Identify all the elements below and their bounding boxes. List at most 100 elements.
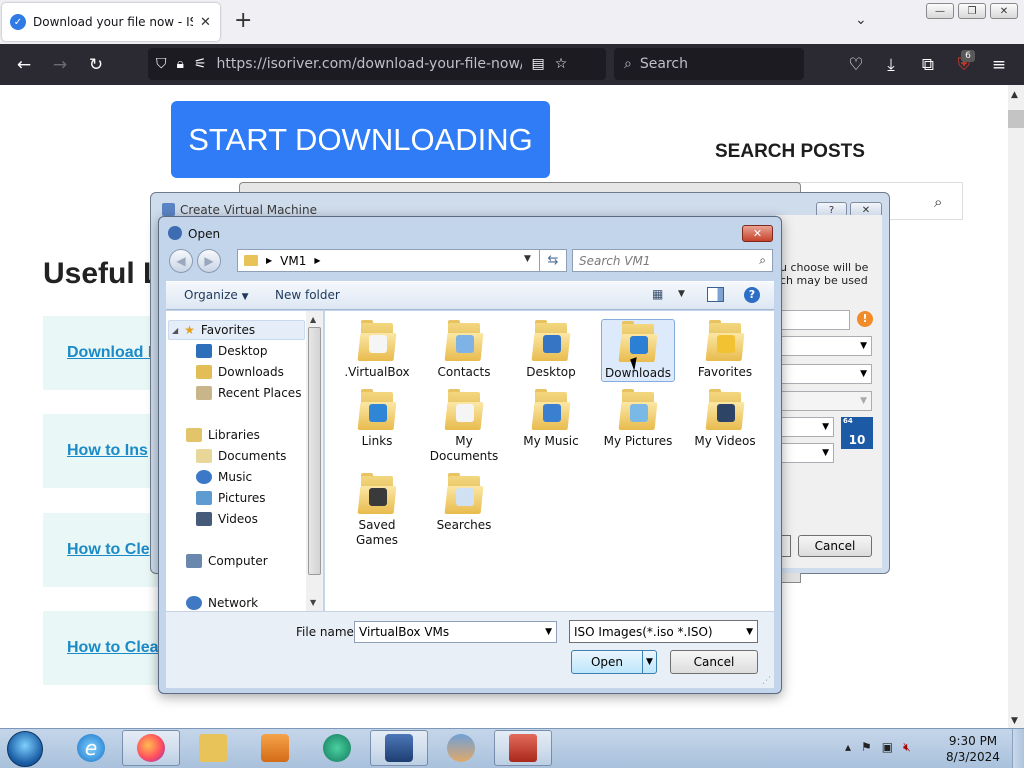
back-button-edge[interactable]	[781, 535, 791, 557]
folder-item[interactable]: My Videos	[688, 388, 762, 449]
new-tab-plus-icon[interactable]: +	[234, 9, 252, 33]
tab-close-icon[interactable]: ✕	[200, 15, 211, 30]
nav-pictures[interactable]: Pictures	[196, 489, 266, 507]
forward-arrow-icon[interactable]: →	[47, 52, 73, 78]
volume-muted-icon[interactable]: 🔇︎	[903, 740, 911, 755]
folder-item[interactable]: Favorites	[688, 319, 762, 380]
show-hidden-icons-icon[interactable]: ▴	[845, 740, 851, 755]
reload-icon[interactable]: ↻	[83, 52, 109, 78]
menu-hamburger-icon[interactable]: ≡	[986, 52, 1012, 78]
search-icon[interactable]: ⌕	[759, 253, 766, 268]
chevron-down-icon[interactable]: ▼	[545, 627, 552, 637]
create-vm-cancel-button[interactable]: Cancel	[798, 535, 872, 557]
start-downloading-button[interactable]: START DOWNLOADING	[171, 101, 550, 178]
refresh-icon[interactable]: ⇆	[540, 249, 567, 272]
post-link[interactable]: Download I	[67, 344, 152, 362]
search-vm1-input[interactable]: Search VM1 ⌕	[572, 249, 773, 272]
post-link[interactable]: How to Clea	[67, 639, 159, 657]
breadcrumb-vm1[interactable]: VM1	[280, 254, 306, 268]
folder-item[interactable]: .VirtualBox	[340, 319, 414, 380]
taskbar-media-player[interactable]	[246, 730, 304, 766]
taskbar-virtualbox[interactable]	[370, 730, 428, 766]
permissions-icon[interactable]: ⚟	[194, 56, 207, 72]
folder-item[interactable]: Searches	[427, 472, 501, 533]
taskbar-users[interactable]	[432, 730, 490, 766]
shield-icon[interactable]: ⛉	[156, 56, 167, 72]
taskbar-firefox[interactable]	[122, 730, 180, 766]
scroll-down-arrow-icon[interactable]: ▼	[1011, 716, 1018, 726]
folder-item[interactable]: My Music	[514, 388, 588, 449]
browser-tab-active[interactable]: ✓ Download your file now - ISORIVER ✕	[2, 3, 220, 41]
iso-image-combo[interactable]: ▼	[780, 364, 872, 384]
scroll-down-arrow-icon[interactable]: ▼	[310, 598, 316, 607]
nav-music[interactable]: Music	[196, 468, 252, 486]
resize-grip-icon[interactable]: ⋰	[762, 676, 771, 686]
nav-libraries[interactable]: Libraries	[186, 426, 260, 444]
nav-recent-places[interactable]: Recent Places	[196, 384, 301, 402]
url-bar[interactable]: ⛉ 🔒︎ ⚟ https://isoriver.com/download-you…	[148, 48, 606, 80]
taskbar-app[interactable]	[308, 730, 366, 766]
bookmark-star-icon[interactable]: ☆	[555, 56, 568, 72]
extensions-puzzle-icon[interactable]: ⧉	[915, 52, 941, 78]
change-view-icon[interactable]: ▦	[652, 287, 663, 301]
post-card[interactable]: How to Clea	[43, 611, 173, 685]
nav-favorites[interactable]: ◢ ★ Favorites	[172, 321, 255, 339]
edition-combo[interactable]: ▼	[780, 391, 872, 411]
browser-search-bar[interactable]: ⌕ Search	[614, 48, 804, 80]
cancel-button[interactable]: Cancel	[670, 650, 758, 674]
address-dropdown-icon[interactable]: ▼	[524, 254, 531, 264]
preview-pane-icon[interactable]	[707, 287, 724, 302]
scroll-up-arrow-icon[interactable]: ▲	[1011, 90, 1018, 100]
nav-computer[interactable]: Computer	[186, 552, 268, 570]
open-button[interactable]: Open ▼	[571, 650, 657, 674]
new-folder-button[interactable]: New folder	[275, 288, 340, 302]
minimize-window-button[interactable]: —	[926, 3, 954, 19]
folder-item[interactable]: Saved Games	[340, 472, 414, 548]
breadcrumb-arrow-icon[interactable]: ▶	[314, 256, 320, 265]
nav-network[interactable]: Network	[186, 594, 258, 612]
file-name-input[interactable]: VirtualBox VMs ▼	[354, 621, 557, 643]
nav-downloads[interactable]: Downloads	[196, 363, 284, 381]
restore-window-button[interactable]: ❐	[958, 3, 986, 19]
start-button-windows-icon[interactable]	[7, 731, 43, 767]
taskbar-internet-explorer[interactable]: e	[62, 730, 120, 766]
file-type-select[interactable]: ISO Images(*.iso *.ISO) ▼	[569, 620, 758, 643]
taskbar-explorer[interactable]	[184, 730, 242, 766]
lock-icon[interactable]: 🔒︎	[177, 56, 184, 72]
folder-item[interactable]: Contacts	[427, 319, 501, 380]
reader-view-icon[interactable]: ▤	[532, 56, 545, 72]
address-breadcrumb[interactable]: ▶ VM1 ▶	[237, 249, 540, 272]
organize-menu-button[interactable]: Organize ▼	[184, 288, 249, 302]
folder-item[interactable]: My Documents	[427, 388, 501, 464]
folder-item[interactable]: Links	[340, 388, 414, 449]
back-arrow-icon[interactable]: ←	[11, 52, 37, 78]
vm-folder-combo[interactable]: ▼	[780, 336, 872, 356]
breadcrumb-arrow-icon[interactable]: ▶	[266, 256, 272, 265]
pocket-icon[interactable]: ♡	[843, 52, 869, 78]
folder-item[interactable]: My Pictures	[601, 388, 675, 449]
nav-videos[interactable]: Videos	[196, 510, 258, 528]
type-combo[interactable]: ▼	[780, 417, 834, 437]
taskbar-clock[interactable]: 9:30 PM 8/3/2024	[946, 733, 1000, 765]
version-combo[interactable]: ▼	[780, 443, 834, 463]
iso-path-field[interactable]	[780, 310, 850, 330]
back-arrow-icon[interactable]: ◀	[169, 249, 193, 273]
post-link[interactable]: How to Cle	[67, 541, 150, 559]
page-scrollbar[interactable]	[1008, 85, 1024, 728]
open-split-arrow-icon[interactable]: ▼	[642, 651, 656, 673]
nav-documents[interactable]: Documents	[196, 447, 286, 465]
show-desktop-button[interactable]	[1012, 729, 1024, 768]
action-center-flag-icon[interactable]: ⚑	[861, 740, 872, 755]
folder-item[interactable]: Desktop	[514, 319, 588, 380]
close-icon[interactable]: ✕	[742, 225, 773, 242]
url-text[interactable]: https://isoriver.com/download-your-file-…	[217, 56, 522, 72]
network-icon[interactable]: ▣	[882, 740, 893, 755]
page-scrollbar-thumb[interactable]	[1008, 110, 1024, 128]
close-window-button[interactable]: ✕	[990, 3, 1018, 19]
list-all-tabs-chevron-icon[interactable]: ⌄	[855, 12, 867, 28]
forward-arrow-icon[interactable]: ▶	[197, 249, 221, 273]
more-options-chevron-icon[interactable]: ▼	[678, 289, 685, 299]
help-icon[interactable]: ?	[744, 287, 760, 303]
expand-arrow-icon[interactable]: ◢	[172, 326, 178, 335]
post-link[interactable]: How to Ins	[67, 442, 148, 460]
